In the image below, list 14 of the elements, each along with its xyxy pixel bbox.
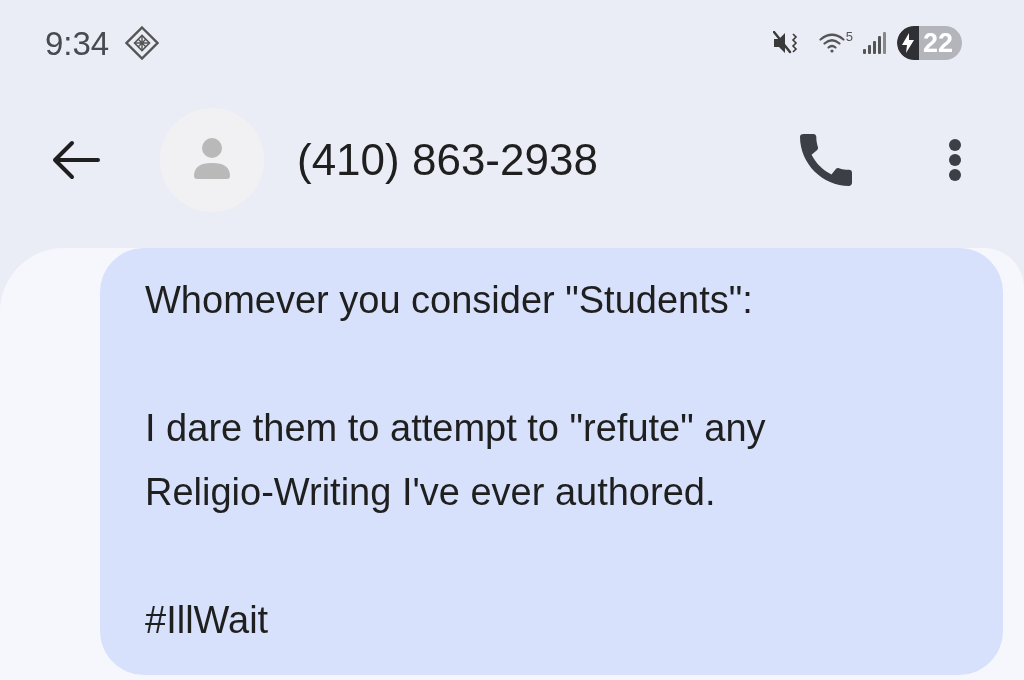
back-arrow-icon[interactable] [52,140,100,180]
muted-vibrate-icon [772,31,799,55]
battery-level-text: 22 [921,29,954,57]
phone-call-icon[interactable] [800,134,852,186]
message-text: Whomever you consider "Students": I dare them to attempt to "refute" any Religio-Writing I've ever authored. #IllWait [145,278,767,643]
wifi-band-label: 5 [845,30,853,43]
contact-avatar-icon [160,108,264,212]
diamond-grid-icon [125,26,160,60]
more-options-icon[interactable] [948,138,962,182]
status-time: 9:34 [45,26,110,60]
charging-bolt-icon [901,33,914,53]
signal-bars-icon [862,32,887,54]
wifi-icon [818,33,845,53]
contact-name: (410) 863-2938 [297,138,598,182]
